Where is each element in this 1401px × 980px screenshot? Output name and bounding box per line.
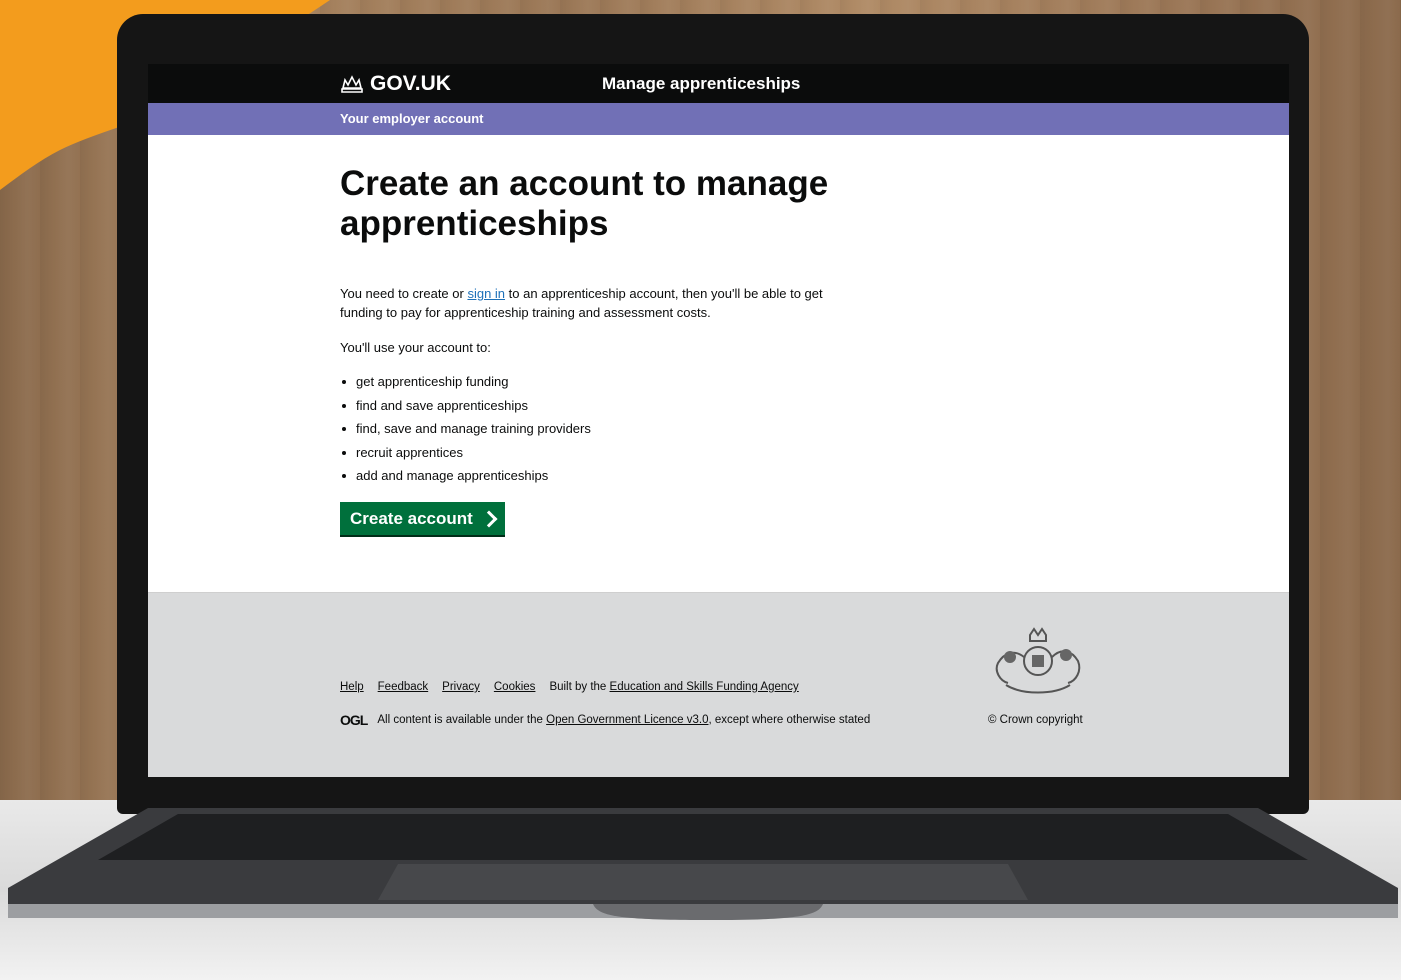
footer-links: Help Feedback Privacy Cookies Built by t…: [340, 681, 799, 693]
footer-link-help[interactable]: Help: [340, 681, 364, 693]
list-item: get apprenticeship funding: [340, 374, 591, 398]
crown-copyright-link[interactable]: © Crown copyright: [988, 714, 1083, 726]
govuk-logo-link[interactable]: GOV.UK: [340, 72, 451, 96]
benefits-list: get apprenticeship funding find and save…: [340, 374, 591, 492]
employer-account-bar: Your employer account: [148, 103, 1289, 135]
intro-paragraph: You need to create or sign in to an appr…: [340, 284, 860, 322]
create-account-button[interactable]: Create account: [340, 502, 505, 535]
ogl-licence-link[interactable]: Open Government Licence v3.0: [546, 714, 708, 726]
footer-link-feedback[interactable]: Feedback: [378, 681, 429, 693]
list-item: find and save apprenticeships: [340, 398, 591, 422]
crown-icon: [341, 75, 363, 93]
laptop-base: [8, 808, 1398, 920]
footer-link-cookies[interactable]: Cookies: [494, 681, 536, 693]
royal-coat-of-arms-icon: [995, 627, 1081, 694]
licence-prefix: All content is available under the: [377, 714, 547, 726]
built-by-text: Built by the Education and Skills Fundin…: [549, 681, 798, 693]
chevron-right-icon: [480, 510, 498, 527]
govuk-logo-text: GOV.UK: [370, 72, 451, 95]
footer-link-privacy[interactable]: Privacy: [442, 681, 480, 693]
employer-account-link[interactable]: Your employer account: [340, 111, 484, 126]
esfa-link[interactable]: Education and Skills Funding Agency: [610, 681, 799, 693]
ogl-logo: OGL: [340, 712, 368, 728]
page-title: Create an account to manage apprenticesh…: [340, 164, 829, 243]
browser-screen: GOV.UK Manage apprenticeships Your emplo…: [148, 64, 1289, 777]
create-account-label: Create account: [350, 508, 473, 528]
list-item: add and manage apprenticeships: [340, 468, 591, 492]
list-item: recruit apprentices: [340, 445, 591, 469]
built-by-prefix: Built by the: [549, 681, 610, 693]
licence-row: OGL All content is available under the O…: [340, 712, 870, 728]
sign-in-link[interactable]: sign in: [467, 286, 505, 301]
main-content: Create an account to manage apprenticesh…: [340, 164, 860, 535]
use-account-text: You'll use your account to:: [340, 340, 491, 355]
intro-text-before: You need to create or: [340, 286, 468, 301]
list-item: find, save and manage training providers: [340, 421, 591, 445]
govuk-header: GOV.UK Manage apprenticeships: [148, 64, 1289, 103]
footer: Help Feedback Privacy Cookies Built by t…: [148, 592, 1289, 777]
licence-suffix: , except where otherwise stated: [708, 714, 871, 726]
service-name-link[interactable]: Manage apprenticeships: [602, 74, 800, 94]
licence-text: All content is available under the Open …: [377, 714, 870, 726]
